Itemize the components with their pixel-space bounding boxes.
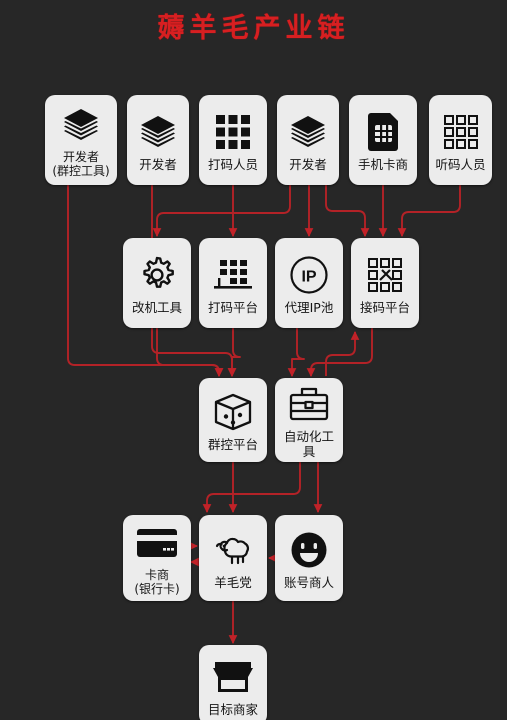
cube-icon <box>199 389 267 435</box>
sim-card-icon <box>349 109 417 155</box>
node-label: 卡商 (银行卡) <box>134 568 180 596</box>
node-group-control-platform[interactable]: 群控平台 <box>199 378 267 462</box>
edge-proxy-to-automation <box>287 328 305 377</box>
node-label: 接码平台 <box>359 299 410 315</box>
layers-icon <box>45 102 117 148</box>
grid-outline-icon <box>429 109 492 155</box>
node-label: 听码人员 <box>435 156 486 172</box>
node-label: 代理IP池 <box>284 299 334 315</box>
node-device-spoof-tool[interactable]: 改机工具 <box>123 238 191 328</box>
node-proxy-ip-pool[interactable]: IP 代理IP池 <box>275 238 343 328</box>
node-dev-group-control[interactable]: 开发者 (群控工具) <box>45 95 117 185</box>
edge-codeplat-to-group <box>227 328 241 377</box>
edge-listener-to-sms <box>397 185 461 237</box>
node-sms-platform[interactable]: 接码平台 <box>351 238 419 328</box>
node-label: 目标商家 <box>207 701 258 717</box>
grid-filled-icon <box>199 109 267 155</box>
node-automation-tool[interactable]: 自动化工具 <box>275 378 343 462</box>
node-developer-3[interactable]: 开发者 <box>277 95 339 185</box>
node-label: 开发者 (群控工具) <box>52 150 110 178</box>
diagram-canvas: 薅羊毛产业链 开发者 (群控工具) 开发者 打码人员 开发者 手机卡商 听码人员… <box>0 0 507 720</box>
node-code-listener[interactable]: 听码人员 <box>429 95 492 185</box>
node-account-dealer[interactable]: 账号商人 <box>275 515 343 601</box>
credit-card-icon <box>123 520 191 566</box>
gear-icon <box>123 252 191 298</box>
node-label: 打码平台 <box>207 299 258 315</box>
node-label: 羊毛党 <box>214 574 252 590</box>
edge-spoof-to-group <box>156 328 224 377</box>
node-code-typist[interactable]: 打码人员 <box>199 95 267 185</box>
edge-automation-to-sms-up <box>325 331 360 376</box>
layers-icon <box>277 109 339 155</box>
svg-text:IP: IP <box>301 268 316 285</box>
node-card-vendor[interactable]: 卡商 (银行卡) <box>123 515 191 601</box>
edge-dev3-to-sms <box>325 185 370 237</box>
edge-dev3-to-spoof <box>152 185 291 237</box>
ip-circle-icon: IP <box>275 252 343 298</box>
smiley-icon <box>275 527 343 573</box>
grid-link-icon <box>351 252 419 298</box>
node-developer-2[interactable]: 开发者 <box>127 95 189 185</box>
node-label: 自动化工具 <box>283 429 334 459</box>
node-code-platform[interactable]: 打码平台 <box>199 238 267 328</box>
node-label: 群控平台 <box>207 436 258 452</box>
node-target-merchant[interactable]: 目标商家 <box>199 645 267 720</box>
node-sim-card-vendor[interactable]: 手机卡商 <box>349 95 417 185</box>
node-label: 手机卡商 <box>357 156 408 172</box>
edge-automation-to-wool <box>202 462 301 513</box>
storefront-icon <box>199 654 267 700</box>
node-label: 改机工具 <box>131 299 182 315</box>
sheep-icon <box>199 527 267 573</box>
building-grid-icon <box>199 252 267 298</box>
node-wool-party[interactable]: 羊毛党 <box>199 515 267 601</box>
node-label: 开发者 <box>289 156 327 172</box>
node-label: 打码人员 <box>207 156 258 172</box>
layers-icon <box>127 109 189 155</box>
briefcase-icon <box>275 381 343 427</box>
node-label: 账号商人 <box>283 574 334 590</box>
page-title: 薅羊毛产业链 <box>157 13 350 44</box>
node-label: 开发者 <box>139 156 177 172</box>
edge-sms-to-automation <box>306 328 373 377</box>
